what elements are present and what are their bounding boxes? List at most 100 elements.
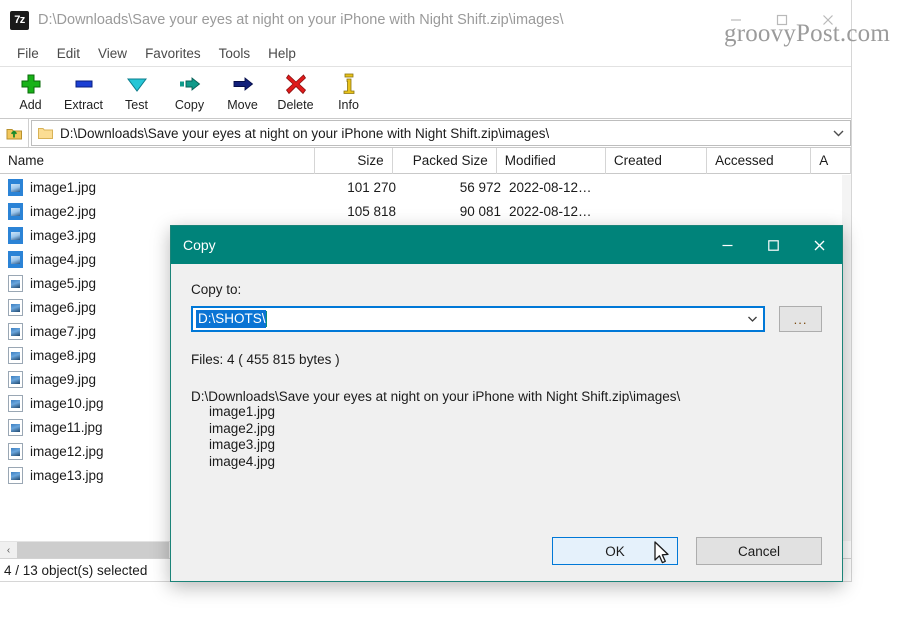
image-file-icon (8, 202, 23, 220)
column-header-name[interactable]: Name (0, 147, 316, 174)
image-file-icon (8, 346, 23, 364)
copy-arrow-icon (178, 71, 202, 97)
toolbar-label: Info (338, 98, 359, 112)
watermark: groovyPost.com (724, 20, 890, 47)
column-header-access[interactable]: Accessed (707, 147, 812, 174)
files-summary: Files: 4 ( 455 815 bytes ) (191, 352, 340, 367)
dialog-close-icon[interactable] (796, 226, 842, 264)
file-name-cell[interactable]: image1.jpg (0, 178, 318, 196)
toolbar: Add Extract Test Copy Move Delete Info (0, 66, 851, 119)
file-name: image12.jpg (30, 443, 104, 459)
file-packed-size: 56 972 (459, 179, 501, 195)
plus-icon (19, 71, 43, 97)
dialog-minimize-icon[interactable] (704, 226, 750, 264)
source-path: D:\Downloads\Save your eyes at night on … (191, 389, 681, 404)
dialog-buttons: OK Cancel (552, 537, 822, 565)
text-cursor (265, 311, 267, 327)
image-file-icon (8, 250, 23, 268)
file-size: 105 818 (347, 203, 396, 219)
column-header-created[interactable]: Created (606, 147, 708, 174)
destination-path-combobox[interactable]: D:\SHOTS\ (191, 306, 766, 332)
dialog-maximize-icon[interactable] (750, 226, 796, 264)
file-name: image5.jpg (30, 275, 97, 291)
column-header-attr[interactable]: A (811, 147, 852, 174)
destination-path-value: D:\SHOTS\ (196, 310, 266, 328)
vertical-scrollbar[interactable] (842, 175, 851, 541)
source-file-item: image1.jpg (209, 404, 276, 419)
file-name: image11.jpg (30, 419, 103, 435)
file-modified: 2022-08-12… (509, 203, 592, 219)
menu-item-favorites[interactable]: Favorites (136, 44, 210, 63)
cancel-button[interactable]: Cancel (696, 537, 822, 565)
file-name: image9.jpg (30, 371, 97, 387)
dialog-title: Copy (183, 237, 216, 253)
toolbar-label: Copy (174, 98, 205, 112)
chevron-down-icon[interactable] (826, 121, 850, 145)
scroll-left-icon[interactable]: ‹ (0, 541, 17, 559)
toolbar-label: Move (227, 98, 258, 112)
file-name: image4.jpg (30, 251, 97, 267)
folder-icon (38, 126, 53, 140)
source-file-list: image1.jpg image2.jpg image3.jpg image4.jpg (191, 404, 822, 470)
copy-button[interactable]: Copy (163, 67, 216, 119)
source-file-item: image2.jpg (209, 420, 276, 436)
column-header-mod[interactable]: Modified (497, 147, 606, 174)
menu-item-edit[interactable]: Edit (48, 44, 89, 63)
browse-button[interactable]: ... (779, 306, 822, 332)
copy-dialog: Copy Copy to: D:\SHOTS\ ... Files: 4 (4… (170, 225, 843, 582)
menu-item-tools[interactable]: Tools (210, 44, 260, 63)
file-name: image8.jpg (30, 347, 97, 363)
image-file-icon (8, 442, 23, 460)
chevron-down-icon (125, 71, 149, 97)
file-name-cell[interactable]: image2.jpg (0, 202, 318, 220)
file-size: 101 270 (347, 179, 396, 195)
info-button[interactable]: Info (322, 67, 375, 119)
image-file-icon (8, 370, 23, 388)
toolbar-label: Delete (277, 98, 314, 112)
image-file-icon (8, 322, 23, 340)
file-modified: 2022-08-12… (509, 179, 592, 195)
column-header-size[interactable]: Size (315, 147, 393, 174)
column-header-packed[interactable]: Packed Size (393, 147, 497, 174)
toolbar-label: Extract (64, 98, 103, 112)
file-name: image10.jpg (30, 395, 104, 411)
up-folder-icon[interactable] (0, 119, 29, 147)
image-file-icon (8, 418, 23, 436)
scrollbar-thumb[interactable] (17, 541, 169, 559)
destination-row: D:\SHOTS\ ... (191, 306, 822, 332)
file-name: image1.jpg (30, 179, 97, 195)
file-name: image6.jpg (30, 299, 97, 315)
status-text: 4 / 13 object(s) selected (4, 562, 148, 578)
chevron-down-icon[interactable] (741, 308, 763, 330)
table-row[interactable]: image2.jpg 105 818 90 081 2022-08-12… (0, 199, 842, 223)
dialog-body: Copy to: D:\SHOTS\ ... Files: 4 ( 455 81… (171, 264, 842, 583)
file-list-header: Name Size Packed Size Modified Created Access… (0, 147, 852, 174)
file-name: image3.jpg (30, 227, 97, 243)
toolbar-label: Test (125, 98, 148, 112)
menu-item-help[interactable]: Help (259, 44, 305, 63)
copy-to-label: Copy to: (191, 282, 242, 297)
source-file-item: image3.jpg (209, 437, 276, 452)
file-name: image7.jpg (30, 323, 97, 339)
image-file-icon (8, 274, 23, 292)
table-row[interactable]: image1.jpg 101 270 56 972 2022-08-12… (0, 175, 842, 199)
extract-button[interactable]: Extract (57, 67, 110, 119)
move-button[interactable]: Move (216, 67, 269, 119)
image-file-icon (8, 178, 23, 196)
delete-button[interactable]: Delete (269, 67, 322, 119)
extract-icon (72, 71, 96, 97)
ok-button[interactable]: OK (552, 537, 678, 565)
window-title: D:\Downloads\Save your eyes at night on … (38, 12, 564, 28)
image-file-icon (8, 466, 23, 484)
toolbar-label: Add (19, 98, 42, 112)
menu-item-file[interactable]: File (8, 44, 48, 63)
menu-item-view[interactable]: View (89, 44, 136, 63)
delete-x-icon (284, 71, 308, 97)
file-name: image13.jpg (30, 467, 104, 483)
app-icon: 7z (10, 10, 29, 30)
source-file-item: image4.jpg (209, 453, 276, 469)
test-button[interactable]: Test (110, 67, 163, 119)
move-arrow-icon (231, 71, 255, 97)
add-button[interactable]: Add (4, 67, 57, 119)
address-input[interactable]: D:\Downloads\Save your eyes at night on … (31, 120, 851, 146)
